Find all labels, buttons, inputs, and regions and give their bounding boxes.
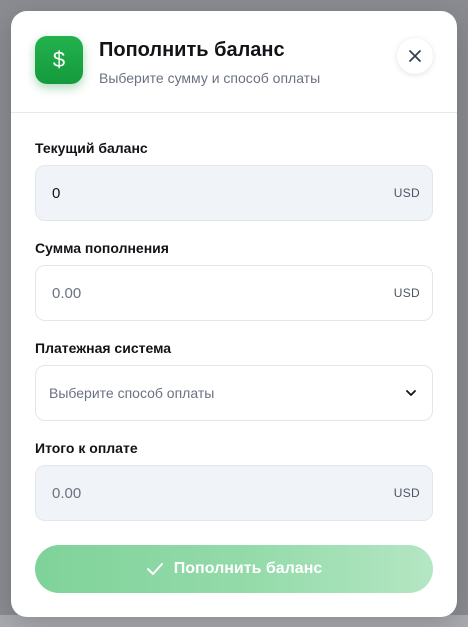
payment-system-label: Платежная система (35, 340, 172, 356)
total-label: Итого к оплате (35, 440, 138, 456)
total-value: 0.00 (52, 484, 82, 502)
modal-header: $ Пополнить баланс Выберите сумму и спос… (11, 11, 457, 113)
submit-topup-button[interactable]: Пополнить баланс (35, 545, 433, 593)
check-icon (146, 563, 163, 575)
topup-amount-field[interactable]: USD (35, 265, 433, 321)
current-balance-label: Текущий баланс (35, 140, 148, 156)
current-balance-value: 0 (52, 184, 61, 202)
close-button[interactable] (397, 38, 433, 74)
payment-system-select[interactable]: Выберите способ оплаты (35, 365, 433, 421)
close-icon (409, 50, 421, 62)
topup-modal: $ Пополнить баланс Выберите сумму и спос… (11, 11, 457, 617)
topup-amount-input[interactable] (52, 284, 394, 302)
topup-amount-label: Сумма пополнения (35, 240, 169, 256)
currency-unit: USD (393, 486, 420, 500)
modal-title: Пополнить баланс (99, 39, 285, 61)
submit-label: Пополнить баланс (173, 560, 323, 577)
currency-unit: USD (393, 186, 420, 200)
dollar-icon: $ (35, 36, 83, 84)
current-balance-field: 0 USD (35, 165, 433, 221)
currency-unit: USD (393, 286, 420, 300)
total-field: 0.00 USD (35, 465, 433, 521)
chevron-down-icon (406, 390, 416, 396)
modal-subtitle: Выберите сумму и способ оплаты (99, 70, 321, 86)
payment-system-placeholder: Выберите способ оплаты (49, 385, 215, 401)
